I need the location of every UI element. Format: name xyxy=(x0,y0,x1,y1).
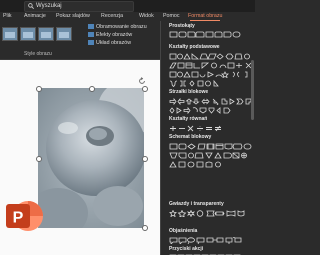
basic-shapes-icon xyxy=(169,62,252,69)
shapes-dropdown: Prostokąty Kształty podstawowe Strzałki … xyxy=(160,21,256,255)
dropdown-scrollbar[interactable] xyxy=(251,60,254,120)
group-label-styles: Style obrazu xyxy=(24,51,52,57)
svg-text:P: P xyxy=(13,210,24,227)
picture-style-thumb[interactable] xyxy=(56,27,72,41)
section-title: Kształty podstawowe xyxy=(169,44,220,50)
resize-handle[interactable] xyxy=(36,86,42,92)
picture-effects-button[interactable]: Efekty obrazów xyxy=(88,32,132,38)
resize-handle[interactable] xyxy=(142,156,148,162)
ribbon-tabs: Plik Animacje Pokaz slajdów Recenzja Wid… xyxy=(0,12,255,21)
shape-row[interactable] xyxy=(169,161,254,168)
picture-style-thumb[interactable] xyxy=(2,27,18,41)
shape-row[interactable] xyxy=(169,210,254,217)
shape-row[interactable] xyxy=(169,125,254,132)
tab-widok[interactable]: Widok xyxy=(139,12,154,21)
powerpoint-logo-icon: P xyxy=(4,196,44,236)
resize-handle[interactable] xyxy=(36,156,42,162)
shape-row[interactable] xyxy=(169,237,254,244)
picture-border-button[interactable]: Obramowanie obrazu xyxy=(88,24,147,30)
shape-row[interactable] xyxy=(169,62,254,69)
rotate-handle-icon[interactable] xyxy=(138,72,146,84)
section-title: Schemat blokowy xyxy=(169,134,212,140)
section-title: Przyciski akcji xyxy=(169,246,204,252)
flowchart-icon xyxy=(169,143,252,150)
shape-row[interactable] xyxy=(169,31,254,38)
section-title: Kształty równań xyxy=(169,116,208,122)
picture-border-label: Obramowanie obrazu xyxy=(96,24,147,30)
effects-icon xyxy=(88,32,94,37)
section-title: Objaśnienia xyxy=(169,228,198,234)
flowchart-icon xyxy=(169,152,247,159)
block-arrows-icon xyxy=(169,107,231,114)
equation-shapes-icon xyxy=(170,125,221,132)
block-arrows-icon xyxy=(169,98,252,105)
tab-format-obrazu[interactable]: Format obrazu xyxy=(188,12,222,21)
search-icon xyxy=(28,3,34,9)
search-input[interactable]: Wyszukaj xyxy=(24,1,134,12)
picture-effects-label: Efekty obrazów xyxy=(96,32,133,38)
shape-row[interactable] xyxy=(169,53,254,60)
resize-handle[interactable] xyxy=(142,225,148,231)
tab-recenzja[interactable]: Recenzja xyxy=(101,12,123,21)
basic-shapes-icon xyxy=(169,53,250,60)
basic-shapes-icon xyxy=(169,80,219,87)
shape-row[interactable] xyxy=(169,143,254,150)
layout-icon xyxy=(88,40,94,45)
shape-row[interactable] xyxy=(169,71,254,78)
search-value: Wyszukaj xyxy=(36,3,62,9)
stars-banners-icon xyxy=(169,210,245,217)
picture-style-thumb[interactable] xyxy=(20,27,36,41)
callouts-icon xyxy=(169,237,242,244)
tab-pomoc[interactable]: Pomoc xyxy=(163,12,180,21)
shape-row[interactable] xyxy=(169,152,254,159)
tab-pokaz-slajdow[interactable]: Pokaz slajdów xyxy=(56,12,90,21)
tab-plik[interactable]: Plik xyxy=(3,12,12,21)
rectangle-shapes-icon xyxy=(169,31,241,38)
picture-layout-label: Układ obrazów xyxy=(96,40,132,46)
picture-style-thumb[interactable] xyxy=(38,27,54,41)
flowchart-icon xyxy=(169,161,221,168)
section-title: Strzałki blokowe xyxy=(169,89,209,95)
section-title: Gwiazdy i transparenty xyxy=(169,201,224,207)
border-icon xyxy=(88,24,94,29)
shape-row[interactable] xyxy=(169,98,254,105)
basic-shapes-icon xyxy=(169,71,248,78)
resize-handle[interactable] xyxy=(89,86,95,92)
resize-handle[interactable] xyxy=(142,86,148,92)
shape-row[interactable] xyxy=(169,80,254,87)
selected-picture[interactable] xyxy=(38,88,144,228)
tab-animacje[interactable]: Animacje xyxy=(24,12,46,21)
shape-row[interactable] xyxy=(169,107,254,114)
section-title: Prostokąty xyxy=(169,23,195,29)
picture-layout-button[interactable]: Układ obrazów xyxy=(88,40,131,46)
title-bar: Wyszukaj xyxy=(0,0,255,12)
blueberry-photo xyxy=(38,88,144,228)
